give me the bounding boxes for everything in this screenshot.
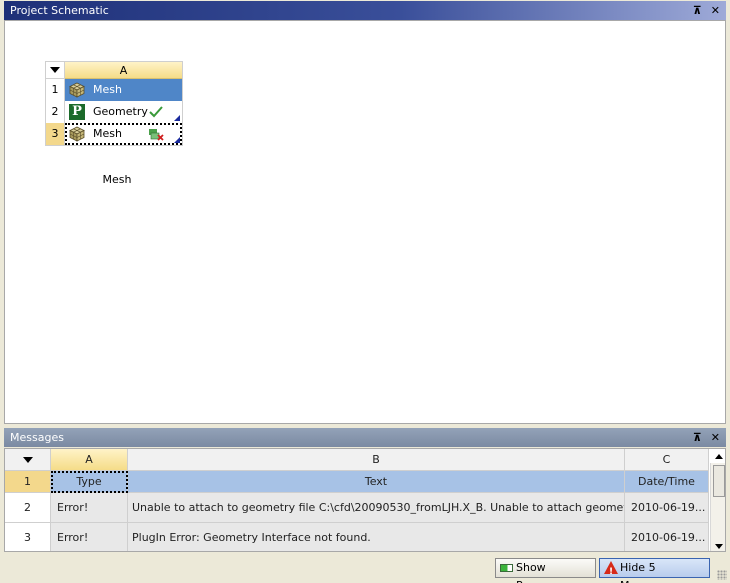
- up-to-date-check-icon: [149, 106, 163, 118]
- cell-menu-icon: [174, 137, 180, 143]
- warning-icon: [604, 561, 618, 581]
- unfulfilled-upstream-icon: [149, 129, 164, 141]
- system-menu-button[interactable]: [46, 62, 65, 79]
- column-header-c[interactable]: C: [625, 449, 709, 471]
- system-caption[interactable]: Mesh: [45, 173, 189, 186]
- system-grid: A 1 Mesh 2 P Geometry 3 Mesh: [45, 61, 183, 146]
- system-row-number: 3: [46, 123, 65, 145]
- scroll-down-icon[interactable]: [715, 544, 723, 549]
- geometry-icon: P: [69, 104, 85, 120]
- pin-icon[interactable]: ⊼: [693, 428, 702, 447]
- show-progress-label: Show Progress: [516, 561, 563, 583]
- row-number: 3: [5, 523, 51, 551]
- close-icon[interactable]: ✕: [711, 428, 720, 447]
- system-title-label: Mesh: [93, 83, 122, 96]
- message-type-cell[interactable]: Error!: [51, 523, 128, 551]
- system-column-header: A: [65, 62, 182, 79]
- dropdown-arrow-icon: [22, 456, 33, 463]
- column-header-a[interactable]: A: [51, 449, 128, 471]
- system-row-number: 1: [46, 79, 65, 101]
- system-title-cell[interactable]: Mesh: [65, 79, 182, 101]
- datetime-label-cell[interactable]: Date/Time: [625, 471, 709, 493]
- message-datetime-cell[interactable]: 2010-06-19...: [625, 523, 709, 551]
- table-row[interactable]: 1 Type Text Date/Time: [5, 471, 709, 493]
- mesh-cell-label: Mesh: [93, 127, 122, 140]
- scroll-thumb[interactable]: [713, 465, 725, 497]
- geometry-cell[interactable]: P Geometry: [65, 101, 182, 123]
- row-number: 1: [5, 471, 51, 493]
- status-bar: Show Progress Hide 5 Messages: [0, 556, 730, 583]
- column-header-row: A B C: [5, 449, 709, 471]
- dropdown-arrow-icon: [50, 67, 60, 73]
- table-row[interactable]: 2 Error! Unable to attach to geometry fi…: [5, 493, 709, 523]
- messages-table: A B C 1 Type Text Date/Time 2 Error! Una…: [4, 448, 726, 552]
- type-label-cell[interactable]: Type: [51, 471, 128, 493]
- workbench-window: Project Schematic ⊼ ✕ A 1 Mesh 2 P Geome…: [0, 0, 730, 583]
- message-type-cell[interactable]: Error!: [51, 493, 128, 523]
- message-text-cell[interactable]: Unable to attach to geometry file C:\cfd…: [128, 493, 625, 523]
- geometry-cell-label: Geometry: [93, 105, 148, 118]
- select-all-button[interactable]: [5, 449, 51, 471]
- mesh-cube-icon: [69, 126, 85, 142]
- column-header-b[interactable]: B: [128, 449, 625, 471]
- pin-icon[interactable]: ⊼: [693, 1, 702, 20]
- text-label-cell[interactable]: Text: [128, 471, 625, 493]
- messages-titlebar: Messages ⊼ ✕: [4, 428, 726, 447]
- hide-messages-button[interactable]: Hide 5 Messages: [599, 558, 710, 583]
- cell-menu-icon: [174, 115, 180, 121]
- scroll-up-icon[interactable]: [715, 454, 723, 459]
- close-icon[interactable]: ✕: [711, 1, 720, 20]
- message-datetime-cell[interactable]: 2010-06-19...: [625, 493, 709, 523]
- show-progress-button[interactable]: Show Progress: [495, 558, 596, 583]
- mesh-system-block[interactable]: A 1 Mesh 2 P Geometry 3 Mesh Mesh: [45, 61, 183, 186]
- mesh-cube-icon: [69, 82, 85, 98]
- project-schematic-title: Project Schematic: [10, 4, 109, 17]
- system-row-number: 2: [46, 101, 65, 123]
- table-row[interactable]: 3 Error! PlugIn Error: Geometry Interfac…: [5, 523, 709, 551]
- project-schematic-titlebar: Project Schematic ⊼ ✕: [4, 1, 726, 20]
- hide-messages-label: Hide 5 Messages: [620, 561, 674, 583]
- row-number: 2: [5, 493, 51, 523]
- resize-grip-icon[interactable]: [717, 570, 727, 580]
- mesh-cell[interactable]: Mesh: [65, 123, 182, 145]
- project-schematic-pane[interactable]: A 1 Mesh 2 P Geometry 3 Mesh Mesh: [4, 20, 726, 424]
- messages-scrollbar[interactable]: [710, 454, 725, 551]
- messages-title: Messages: [10, 431, 64, 444]
- message-text-cell[interactable]: PlugIn Error: Geometry Interface not fou…: [128, 523, 625, 551]
- progress-icon: [500, 564, 513, 572]
